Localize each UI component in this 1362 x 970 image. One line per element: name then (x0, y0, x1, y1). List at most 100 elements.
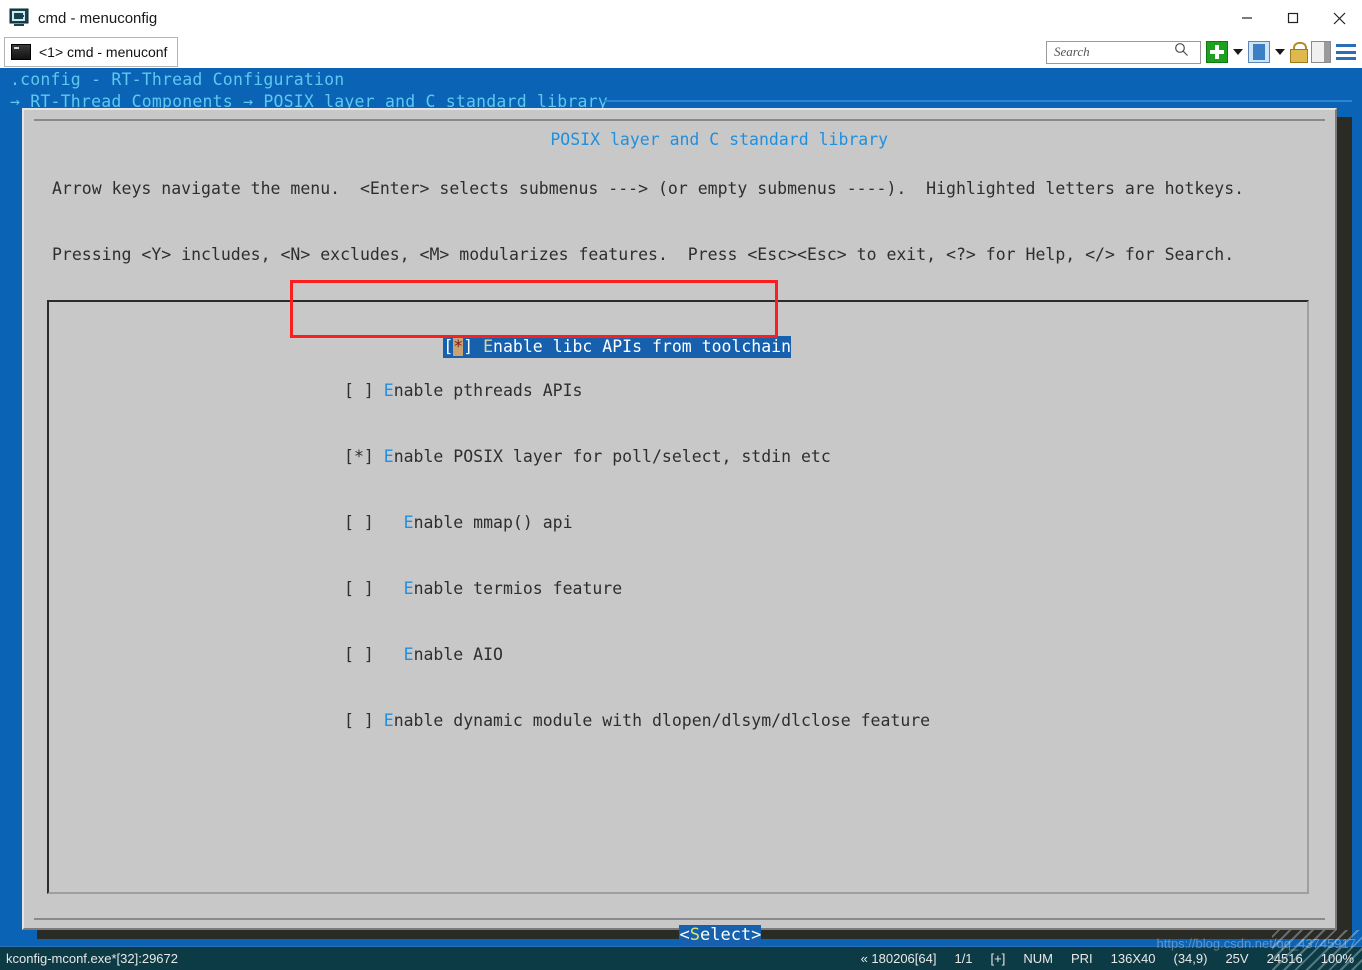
item-label: nable pthreads APIs (393, 381, 583, 400)
split-console-button[interactable] (1248, 41, 1270, 63)
marker-close: ] (363, 513, 374, 532)
conemu-window: cmd - menuconfig <1> cmd - menuconf Sear… (0, 0, 1362, 970)
menu-item-enable-pthreads-apis[interactable]: [ ] Enable pthreads APIs (344, 380, 930, 402)
marker-open: [ (344, 711, 354, 730)
menu-items: [*] Enable libc APIs from toolchain [ ] … (344, 314, 930, 776)
help-line-1: Arrow keys navigate the menu. <Enter> se… (52, 179, 1245, 198)
menu-listbox[interactable]: [*] Enable libc APIs from toolchain [ ] … (47, 300, 1309, 894)
item-label: nable AIO (413, 645, 503, 664)
search-icon[interactable] (1174, 42, 1189, 62)
tab-label: <1> cmd - menuconf (39, 44, 168, 60)
green-plus-icon (1206, 41, 1228, 63)
marker-close: ] (363, 579, 374, 598)
item-indent (374, 579, 394, 598)
terminal-canvas[interactable]: .config - RT-Thread Configuration → RT-T… (0, 68, 1362, 946)
menu-item-enable-mmap-api[interactable]: [ ] Enable mmap() api (344, 512, 930, 534)
split-console-dropdown[interactable] (1275, 49, 1285, 55)
item-hotkey: E (383, 447, 394, 466)
marker-state (354, 579, 364, 598)
status-scroll: 25V (1225, 951, 1249, 966)
marker-state: * (353, 447, 364, 466)
status-zoom: 100% (1320, 951, 1354, 966)
marker-state (354, 513, 364, 532)
marker-open: [ (344, 645, 354, 664)
btn-rest: elect> (699, 925, 762, 945)
btn-pre: < (679, 925, 690, 945)
menu-item-enable-dynamic-module[interactable]: [ ] Enable dynamic module with dlopen/dl… (344, 710, 930, 732)
status-process: kconfig-mconf.exe*[32]:29672 (6, 951, 178, 966)
select-button[interactable]: <Select> (679, 925, 762, 945)
item-hotkey: E (383, 381, 394, 400)
item-hotkey: E (403, 645, 414, 664)
marker-open: [ (443, 337, 454, 356)
btn-hotkey: S (689, 925, 700, 945)
panel-toggle-button[interactable] (1311, 41, 1331, 63)
status-pri: PRI (1070, 951, 1093, 966)
item-hotkey: E (483, 337, 494, 356)
status-bar: kconfig-mconf.exe*[32]:29672 « 180206[64… (0, 946, 1362, 970)
item-label: nable termios feature (413, 579, 623, 598)
status-right-group: « 180206[64] 1/1 [+] NUM PRI 136X40 (34,… (861, 951, 1354, 966)
maximize-button[interactable] (1270, 0, 1316, 36)
status-plus: [+] (990, 951, 1006, 966)
lock-icon (1290, 42, 1308, 63)
marker-close: ] (363, 711, 374, 730)
status-build: « 180206[64] (860, 951, 937, 966)
chevron-down-icon (1233, 49, 1243, 55)
item-indent (374, 513, 394, 532)
status-tabs: 1/1 (954, 951, 973, 966)
marker-close: ] (363, 645, 374, 664)
close-button[interactable] (1316, 0, 1362, 36)
new-console-button[interactable] (1206, 41, 1228, 63)
dialog-buttons: <Select> < Exit > < Help > < Save > < Lo… (24, 905, 1335, 946)
menu-item-enable-aio[interactable]: [ ] Enable AIO (344, 644, 930, 666)
marker-open: [ (344, 579, 354, 598)
menu-item-enable-posix-layer[interactable]: [*] Enable POSIX layer for poll/select, … (344, 446, 930, 468)
marker-close: ] (363, 447, 374, 466)
conemu-toolbar (1046, 40, 1362, 64)
status-size: 136X40 (1110, 951, 1156, 966)
marker-open: [ (344, 513, 354, 532)
marker-state (354, 645, 364, 664)
marker-open: [ (344, 381, 354, 400)
item-label: nable libc APIs from toolchain (493, 337, 792, 356)
config-header-line: .config - RT-Thread Configuration (10, 70, 345, 89)
item-label: nable POSIX layer for poll/select, stdin… (393, 447, 831, 466)
marker-close: ] (363, 381, 374, 400)
item-hotkey: E (403, 513, 414, 532)
item-hotkey: E (403, 579, 414, 598)
console-tab-icon (11, 44, 31, 60)
marker-state (354, 711, 364, 730)
marker-state (354, 381, 364, 400)
search-input[interactable] (1052, 43, 1174, 61)
marker-close: ] (463, 337, 474, 356)
help-line-2: Pressing <Y> includes, <N> excludes, <M>… (52, 245, 1235, 264)
search-box[interactable] (1046, 40, 1201, 64)
status-cursor: (34,9) (1173, 951, 1208, 966)
item-label: nable dynamic module with dlopen/dlsym/d… (393, 711, 931, 730)
marker-open: [ (344, 447, 354, 466)
window-controls (1224, 0, 1362, 36)
dialog-bottom-rule (34, 918, 1325, 920)
window-title: cmd - menuconfig (38, 9, 158, 27)
console-window-icon (8, 7, 30, 29)
side-panel-icon (1311, 41, 1331, 63)
status-memory: 24516 (1266, 951, 1303, 966)
blue-panel-icon (1248, 41, 1270, 63)
window-titlebar: cmd - menuconfig (0, 0, 1362, 37)
menu-button[interactable] (1336, 44, 1356, 60)
lock-button[interactable] (1290, 42, 1308, 63)
tab-strip: <1> cmd - menuconf (0, 36, 1362, 68)
hamburger-menu-icon (1336, 44, 1356, 60)
status-num: NUM (1023, 951, 1053, 966)
menu-item-enable-libc-apis[interactable]: [*] Enable libc APIs from toolchain (443, 336, 792, 358)
marker-state: * (453, 337, 464, 356)
item-indent (374, 645, 394, 664)
tab-console-1[interactable]: <1> cmd - menuconf (4, 37, 179, 67)
menu-item-enable-termios-feature[interactable]: [ ] Enable termios feature (344, 578, 930, 600)
minimize-button[interactable] (1224, 0, 1270, 36)
item-label: nable mmap() api (413, 513, 573, 532)
new-console-dropdown[interactable] (1233, 49, 1243, 55)
breadcrumb-rule (604, 100, 1352, 102)
menuconfig-dialog: POSIX layer and C standard library Arrow… (22, 108, 1337, 946)
